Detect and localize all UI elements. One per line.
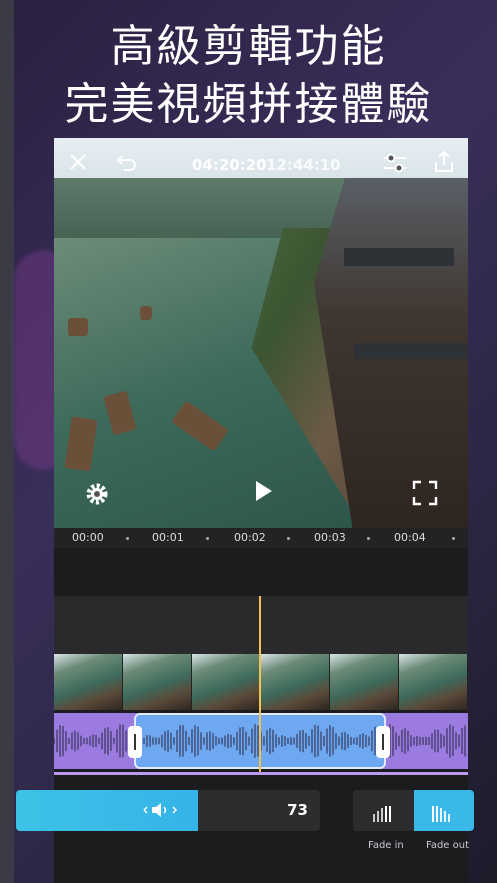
play-button[interactable] (252, 479, 274, 507)
gear-icon (86, 483, 108, 505)
track-underline (54, 772, 468, 775)
promo-headline-1: 高級剪輯功能 (110, 21, 387, 72)
fade-in-icon (373, 803, 393, 822)
film-frame (399, 654, 468, 710)
fade-in-button[interactable] (353, 790, 414, 831)
ruler-dot (452, 537, 455, 540)
settings-button[interactable] (84, 481, 110, 511)
current-time: 04:20:20 (192, 156, 267, 174)
ruler-tick: 00:02 (234, 531, 266, 544)
trim-handle-left[interactable] (128, 726, 142, 758)
fullscreen-button[interactable] (412, 480, 438, 510)
volume-value: 73 (287, 801, 308, 819)
ruler-tick: 00:01 (152, 531, 184, 544)
preview-boat (68, 318, 88, 336)
close-button[interactable] (68, 152, 88, 176)
play-icon (256, 481, 272, 501)
ruler-tick: 00:03 (314, 531, 346, 544)
undo-icon (116, 155, 136, 171)
close-icon (70, 154, 86, 170)
video-preview[interactable]: 04:20:20 12:44:10 (54, 138, 468, 528)
sliders-icon (384, 153, 406, 173)
background-strip (0, 0, 14, 883)
preview-roof (344, 248, 454, 266)
ruler-tick: 00:04 (394, 531, 426, 544)
fullscreen-icon (412, 480, 438, 506)
undo-button[interactable] (116, 152, 138, 176)
audio-waveform (54, 724, 466, 758)
empty-track (54, 548, 468, 596)
film-frame (123, 654, 192, 710)
ruler-dot (367, 537, 370, 540)
video-clip-filmstrip[interactable] (54, 654, 468, 710)
preview-roof (354, 343, 468, 359)
volume-slider[interactable]: 73 (16, 790, 320, 831)
promo-headline-2: 完美視頻拼接體驗 (64, 79, 433, 130)
ruler-dot (287, 537, 290, 540)
export-button[interactable] (432, 150, 456, 178)
editor-screen: 04:20:20 12:44:10 00:00 00:01 00:02 00:0… (54, 138, 468, 883)
film-frame (330, 654, 399, 710)
ruler-tick: 00:00 (72, 531, 104, 544)
speaker-icon (140, 801, 180, 823)
time-ruler[interactable]: 00:00 00:01 00:02 00:03 00:04 (54, 528, 468, 548)
film-frame (261, 654, 330, 710)
playhead[interactable] (259, 596, 261, 772)
preview-boat (140, 306, 152, 320)
ruler-dot (206, 537, 209, 540)
film-frame (192, 654, 261, 710)
ruler-dot (126, 537, 129, 540)
adjust-button[interactable] (382, 152, 408, 178)
fade-out-icon (432, 803, 452, 822)
share-icon (435, 150, 453, 172)
fade-out-button[interactable] (414, 790, 474, 831)
track-spacer (54, 596, 468, 654)
total-time: 12:44:10 (266, 156, 341, 174)
trim-handle-right[interactable] (376, 726, 390, 758)
fade-out-label: Fade out (426, 840, 470, 851)
film-frame (54, 654, 123, 710)
fade-in-label: Fade in (368, 840, 404, 851)
